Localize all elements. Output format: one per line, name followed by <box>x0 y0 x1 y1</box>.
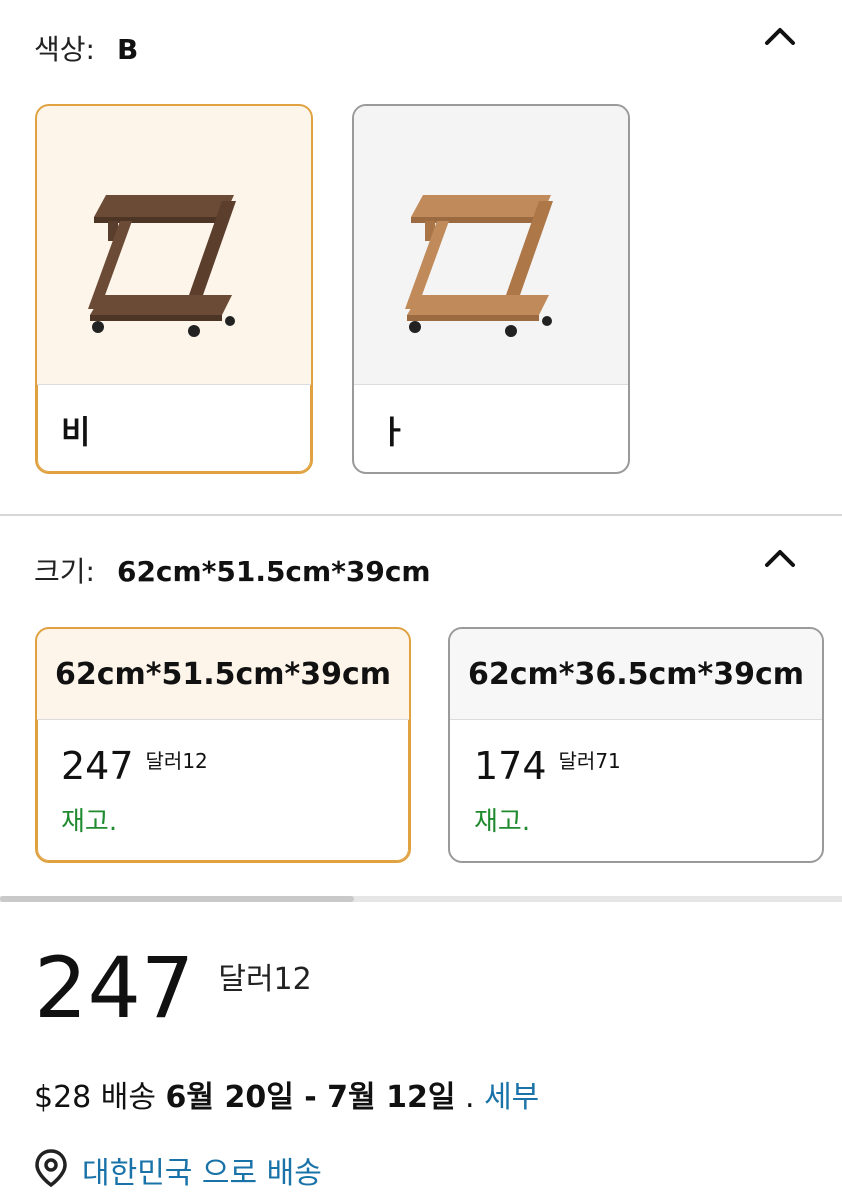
price-fraction: 달러71 <box>558 749 621 773</box>
size-option-price: 174 달러71 <box>474 747 621 785</box>
size-label: 크기: <box>34 555 95 588</box>
size-option-name: 62cm*36.5cm*39cm <box>450 629 822 720</box>
delivery-info: $28 배송 6월 20일 - 7월 12일 . 세부 <box>34 1072 539 1116</box>
stock-status: 재고. <box>474 807 531 837</box>
side-table-image-dark <box>88 195 236 337</box>
price-whole: 174 <box>474 744 547 788</box>
size-option-62x51.5x39[interactable]: 62cm*51.5cm*39cm 247 달러12 재고. <box>35 627 411 863</box>
color-option-a[interactable]: ㅏ <box>352 104 630 474</box>
color-section-header: 색상: B <box>34 28 138 68</box>
delivery-fee: $28 배송 <box>34 1080 156 1115</box>
size-option-name: 62cm*51.5cm*39cm <box>37 629 409 720</box>
color-option-label: ㅏ <box>378 413 408 451</box>
product-image <box>37 106 311 385</box>
delivery-separator: . <box>464 1080 475 1115</box>
product-image <box>354 106 628 385</box>
size-option-62x36.5x39[interactable]: 62cm*36.5cm*39cm 174 달러71 재고. <box>448 627 824 863</box>
price-whole: 247 <box>34 939 195 1037</box>
size-option-price: 247 달러12 <box>61 747 208 785</box>
product-price: 247 달러12 <box>34 946 312 1030</box>
side-table-image-light <box>405 195 553 337</box>
color-selected-value: B <box>116 33 139 66</box>
chevron-up-icon[interactable] <box>760 538 800 578</box>
ship-to-text: 대한민국 으로 배송 <box>82 1156 322 1191</box>
price-fraction: 달러12 <box>218 962 312 997</box>
ship-to-location[interactable]: 대한민국 으로 배송 <box>34 1148 322 1192</box>
color-option-label: 비 <box>61 413 91 451</box>
location-pin-icon <box>34 1149 68 1191</box>
price-whole: 247 <box>61 744 134 788</box>
horizontal-scrollbar[interactable] <box>0 896 842 902</box>
price-fraction: 달러12 <box>145 749 208 773</box>
delivery-dates: 6월 20일 - 7월 12일 <box>165 1080 456 1115</box>
size-section-header: 크기: 62cm*51.5cm*39cm <box>34 550 431 590</box>
stock-status: 재고. <box>61 807 118 837</box>
details-link[interactable]: 세부 <box>484 1080 539 1115</box>
section-divider <box>0 514 842 516</box>
color-label: 색상: <box>34 33 95 66</box>
chevron-up-icon[interactable] <box>760 16 800 56</box>
size-selected-value: 62cm*51.5cm*39cm <box>116 555 431 588</box>
color-option-b[interactable]: 비 <box>35 104 313 474</box>
scrollbar-thumb[interactable] <box>0 896 354 902</box>
